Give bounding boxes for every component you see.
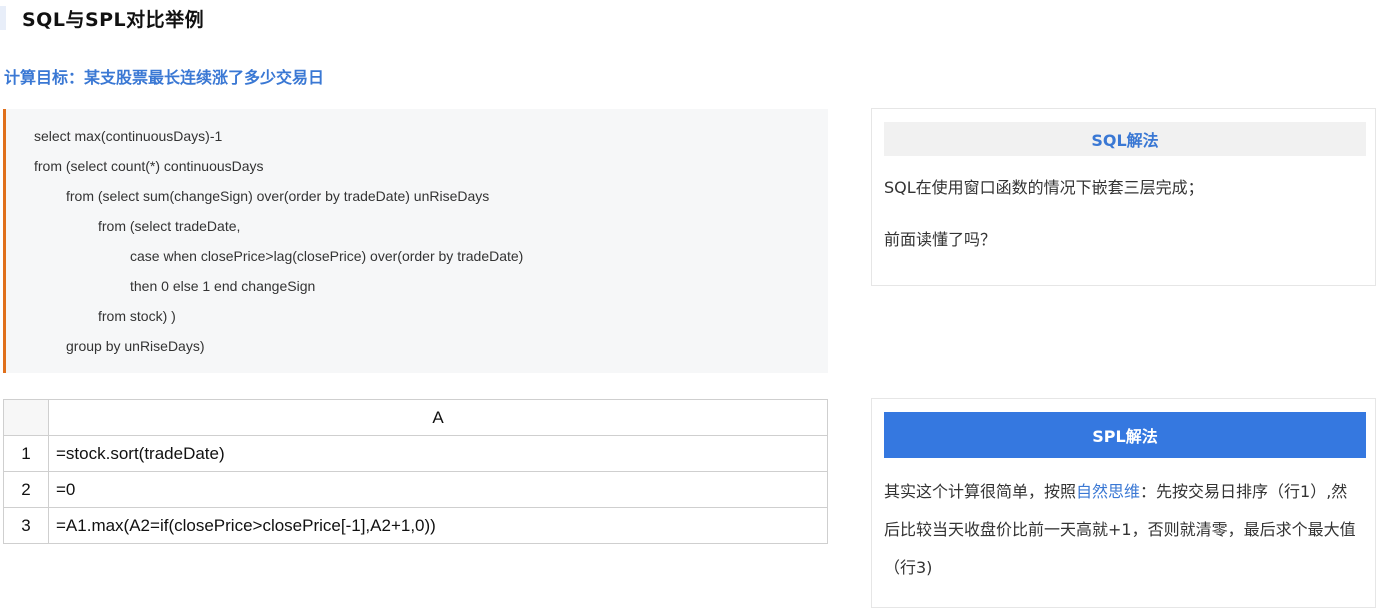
sql-solution-card: SQL解法 SQL在使用窗口函数的情况下嵌套三层完成； 前面读懂了吗？ <box>871 108 1376 286</box>
table-row: 1 =stock.sort(tradeDate) <box>3 435 828 472</box>
row-number[interactable]: 2 <box>3 471 49 508</box>
section-header: SQL与SPL对比举例 <box>0 4 204 32</box>
spl-text-before: 其实这个计算很简单，按照 <box>884 482 1077 501</box>
column-header-a[interactable]: A <box>48 399 828 436</box>
code-line: select max(continuousDays)-1 <box>34 128 223 144</box>
code-line: from (select count(*) continuousDays <box>34 158 264 174</box>
spl-card-heading: SPL解法 <box>884 412 1366 458</box>
row-number[interactable]: 3 <box>3 507 49 544</box>
page-title: SQL与SPL对比举例 <box>22 8 205 31</box>
natural-thinking-link[interactable]: 自然思维 <box>1076 482 1140 501</box>
code-line: from stock) ) <box>98 308 176 324</box>
sql-code-block: select max(continuousDays)-1 from (selec… <box>3 109 828 373</box>
row-number[interactable]: 1 <box>3 435 49 472</box>
table-row: 3 =A1.max(A2=if(closePrice>closePrice[-1… <box>3 507 828 544</box>
code-line: group by unRiseDays) <box>66 338 205 354</box>
title-accent-bar <box>0 6 6 30</box>
code-line: from (select tradeDate, <box>98 218 241 234</box>
spl-solution-card: SPL解法 其实这个计算很简单，按照自然思维：先按交易日排序（行1）,然后比较当… <box>871 398 1376 608</box>
grid-cell-a3[interactable]: =A1.max(A2=if(closePrice>closePrice[-1],… <box>48 507 828 544</box>
code-line: case when closePrice>lag(closePrice) ove… <box>130 248 524 264</box>
grid-cell-a1[interactable]: =stock.sort(tradeDate) <box>48 435 828 472</box>
spl-description: 其实这个计算很简单，按照自然思维：先按交易日排序（行1）,然后比较当天收盘价比前… <box>884 473 1362 587</box>
sql-question: 前面读懂了吗？ <box>884 230 997 249</box>
grid-cell-a2[interactable]: =0 <box>48 471 828 508</box>
sql-description: SQL在使用窗口函数的情况下嵌套三层完成； <box>884 178 1204 197</box>
code-line: then 0 else 1 end changeSign <box>130 278 316 294</box>
spl-grid: A 1 =stock.sort(tradeDate) 2 =0 3 =A1.ma… <box>3 399 828 544</box>
calculation-goal: 计算目标：某支股票最长连续涨了多少交易日 <box>4 68 325 87</box>
table-row: 2 =0 <box>3 471 828 508</box>
grid-header-row: A <box>3 399 828 436</box>
code-line: from (select sum(changeSign) over(order … <box>66 188 490 204</box>
grid-corner <box>3 399 49 436</box>
sql-card-heading: SQL解法 <box>884 122 1366 156</box>
